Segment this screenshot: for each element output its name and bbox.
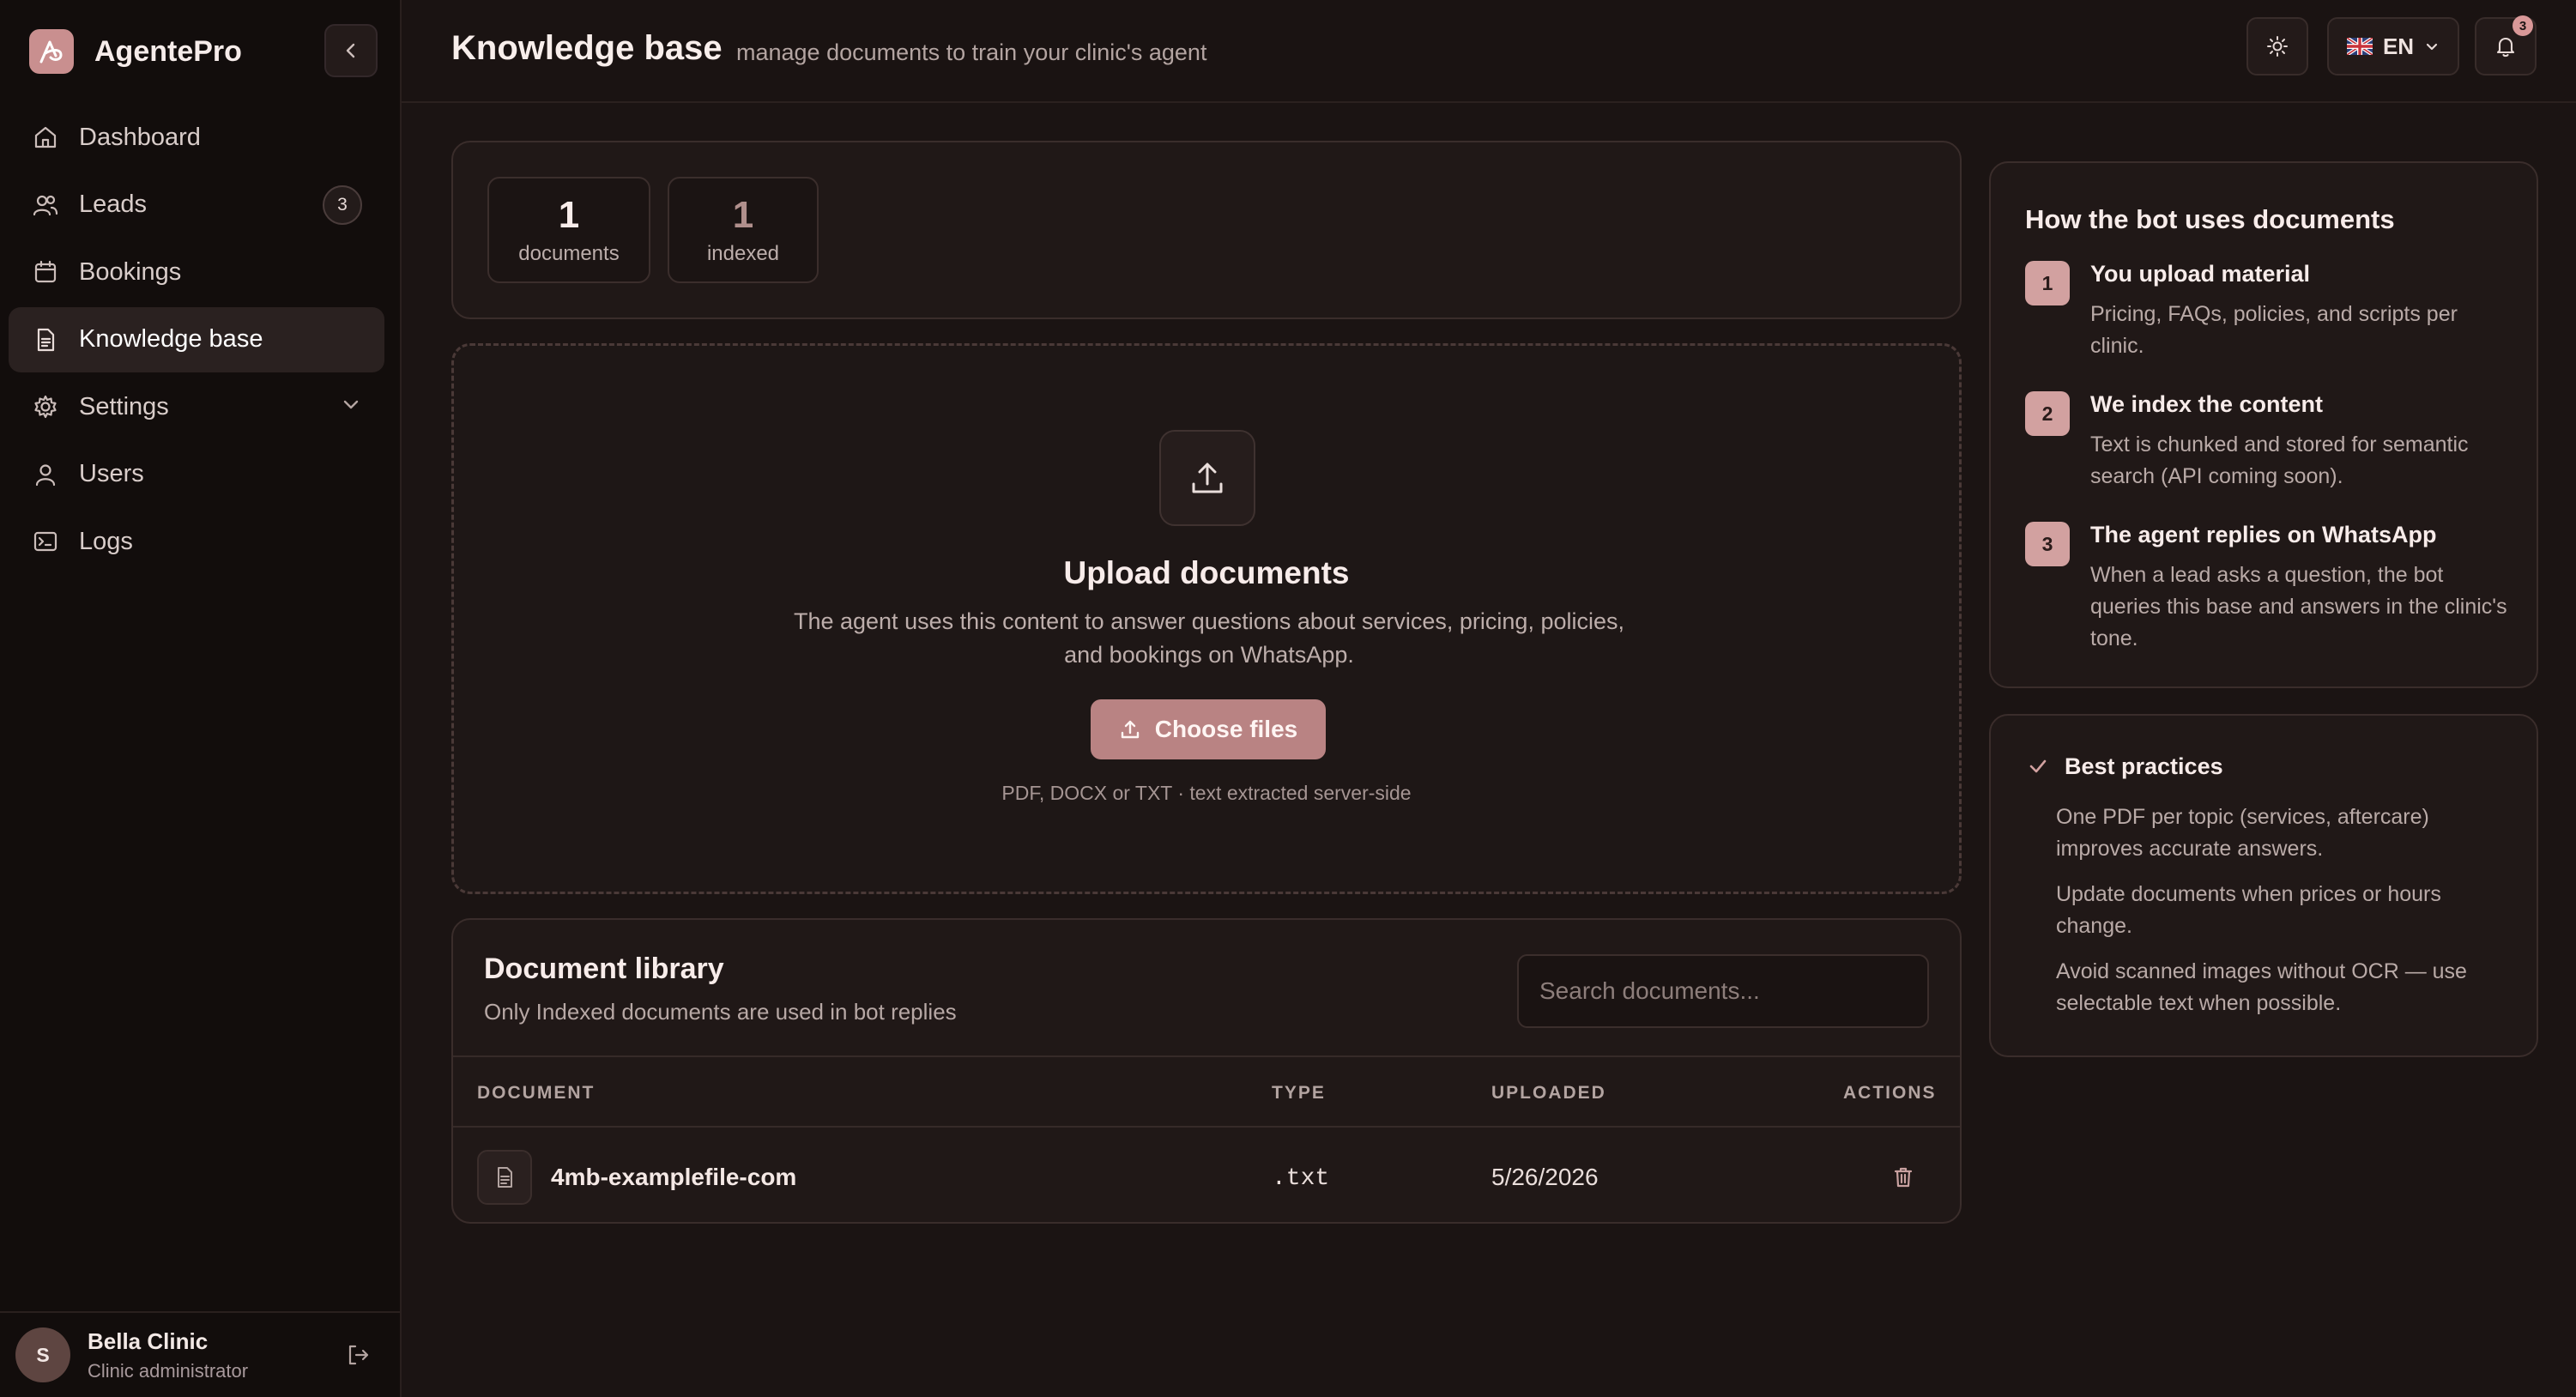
upload-hint: PDF, DOCX or TXT · text extracted server…	[1001, 782, 1412, 804]
brand[interactable]: AgentePro	[29, 26, 242, 77]
table-header: DOCUMENT TYPE UPLOADED ACTIONS	[453, 1055, 1960, 1128]
sidebar-item-knowledge-base[interactable]: Knowledge base	[9, 306, 384, 372]
document-uploaded-date: 5/26/2026	[1491, 1164, 1599, 1190]
upload-dropzone[interactable]: Upload documents The agent uses this con…	[451, 343, 1962, 894]
sidebar-item-label: Leads	[79, 190, 148, 218]
sun-icon	[2267, 36, 2288, 57]
how-title: How the bot uses documents	[2025, 204, 2395, 234]
step-description: Pricing, FAQs, policies, and scripts per…	[2090, 302, 2458, 358]
uk-flag-icon	[2346, 38, 2373, 55]
stat-value: 1	[558, 194, 580, 236]
calendar-icon	[31, 257, 60, 287]
step-number: 3	[2025, 522, 2070, 566]
best-practices-title: Best practices	[2065, 753, 2223, 779]
sidebar-nav: Dashboard Leads 3 Bookings Knowledge bas…	[9, 105, 384, 577]
upload-icon	[1159, 430, 1255, 526]
document-type: .txt	[1272, 1165, 1330, 1192]
trash-icon	[1894, 1167, 1913, 1188]
step-number: 1	[2025, 261, 2070, 305]
step-number: 2	[2025, 391, 2070, 436]
tip-item: Avoid scanned images without OCR — use s…	[2056, 959, 2467, 1015]
table-row[interactable]: 4mb-examplefile-com .txt 5/26/2026	[453, 1128, 1960, 1222]
terminal-icon	[31, 527, 60, 556]
user-icon	[31, 460, 60, 489]
brand-name: AgentePro	[94, 34, 242, 68]
collapse-sidebar-button[interactable]	[324, 24, 378, 77]
top-header: Knowledge base manage documents to train…	[402, 0, 2576, 103]
best-practices-card: Best practices One PDF per topic (servic…	[1989, 714, 2538, 1057]
sidebar: AgentePro Dashboard Leads 3 Bookings Kno…	[0, 0, 402, 1397]
how-it-works-card: How the bot uses documents 1 You upload …	[1989, 161, 2538, 688]
sidebar-item-label: Logs	[79, 527, 133, 555]
logout-icon	[348, 1345, 369, 1365]
brand-logo-icon	[29, 29, 74, 74]
page-title: Knowledge base	[451, 29, 723, 67]
chevron-down-icon	[343, 400, 359, 409]
logout-button[interactable]	[345, 1342, 371, 1368]
tip-item: Update documents when prices or hours ch…	[2056, 882, 2441, 938]
user-name: Bella Clinic	[88, 1327, 209, 1354]
notification-count-badge: 3	[2513, 15, 2533, 36]
stat-label: documents	[518, 242, 620, 265]
step-description: Text is chunked and stored for semantic …	[2090, 432, 2469, 488]
chevron-down-icon	[2426, 43, 2438, 51]
leads-count-badge: 3	[323, 184, 362, 225]
file-icon	[477, 1150, 532, 1205]
column-header-actions: ACTIONS	[1843, 1083, 1937, 1103]
bell-icon	[2496, 37, 2515, 57]
sidebar-item-label: Users	[79, 460, 144, 487]
column-header-document[interactable]: DOCUMENT	[477, 1083, 595, 1104]
notifications-button[interactable]: 3	[2475, 15, 2537, 76]
language-label: EN	[2382, 33, 2415, 59]
column-header-uploaded[interactable]: UPLOADED	[1491, 1083, 1606, 1104]
delete-document-button[interactable]	[1886, 1160, 1920, 1194]
step-description: When a lead asks a question, the bot que…	[2090, 563, 2507, 650]
sidebar-item-label: Knowledge base	[79, 325, 263, 353]
stats-card: 1 documents 1 indexed	[451, 141, 1962, 319]
choose-files-label: Choose files	[1154, 716, 1298, 742]
user-profile: S Bella Clinic Clinic administrator	[0, 1311, 400, 1397]
sidebar-item-logs[interactable]: Logs	[9, 509, 384, 574]
upload-title: Upload documents	[1063, 555, 1350, 590]
check-icon	[2029, 759, 2047, 773]
language-selector[interactable]: EN	[2327, 17, 2459, 76]
chevron-left-icon	[346, 43, 355, 58]
gear-icon	[31, 392, 60, 421]
sidebar-item-dashboard[interactable]: Dashboard	[9, 105, 384, 170]
sidebar-item-label: Bookings	[79, 257, 182, 286]
avatar[interactable]: S	[15, 1327, 70, 1382]
step-title: You upload material	[2090, 261, 2311, 287]
stat-value: 1	[732, 194, 754, 236]
tip-item: One PDF per topic (services, aftercare) …	[2056, 805, 2429, 861]
users-icon	[31, 190, 60, 220]
sidebar-item-bookings[interactable]: Bookings	[9, 239, 384, 305]
step-title: We index the content	[2090, 391, 2324, 417]
theme-toggle-button[interactable]	[2246, 17, 2308, 76]
document-name[interactable]: 4mb-examplefile-com	[551, 1164, 796, 1191]
column-header-type[interactable]: TYPE	[1272, 1083, 1326, 1104]
home-icon	[31, 123, 60, 152]
sidebar-item-leads[interactable]: Leads 3	[9, 172, 384, 238]
sidebar-item-users[interactable]: Users	[9, 442, 384, 507]
user-role: Clinic administrator	[88, 1359, 249, 1382]
page-subtitle: manage documents to train your clinic's …	[736, 39, 1207, 65]
stat-documents: 1 documents	[487, 177, 650, 283]
stat-label: indexed	[706, 242, 780, 265]
search-input[interactable]	[1517, 954, 1929, 1028]
library-title: Document library	[484, 952, 724, 985]
step-title: The agent replies on WhatsApp	[2090, 522, 2437, 547]
document-library: Document library Only Indexed documents …	[451, 918, 1962, 1224]
upload-description: The agent uses this content to answer qu…	[793, 608, 1625, 668]
sidebar-item-label: Dashboard	[79, 123, 201, 151]
library-subtitle: Only Indexed documents are used in bot r…	[484, 999, 957, 1025]
upload-icon	[1121, 720, 1139, 739]
stat-indexed: 1 indexed	[668, 177, 819, 283]
sidebar-item-settings[interactable]: Settings	[9, 374, 384, 439]
document-icon	[31, 325, 60, 354]
choose-files-button[interactable]: Choose files	[1091, 699, 1326, 759]
sidebar-item-label: Settings	[79, 392, 169, 420]
